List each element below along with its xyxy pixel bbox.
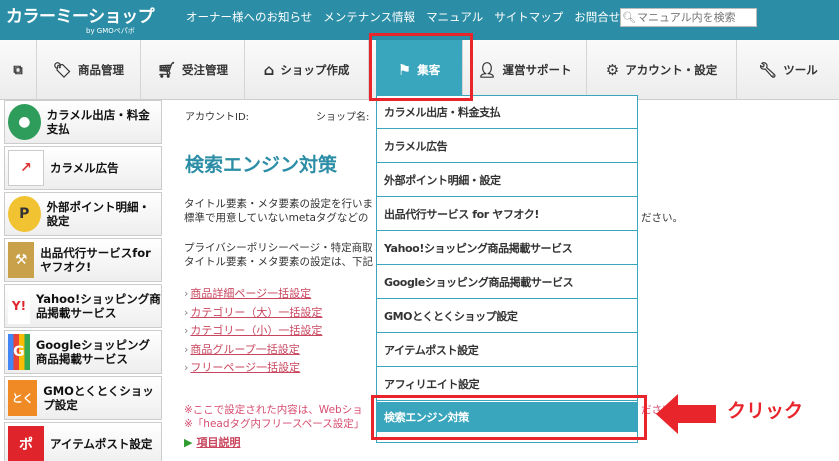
header-link-maintenance[interactable]: メンテナンス情報 [323,9,415,25]
item-explanation-label: 項目説明 [196,436,241,449]
nav-label: 商品管理 [78,63,125,77]
link-free-page[interactable]: フリーページ一括設定 [184,359,322,376]
sidebar-item-label: アイテムポスト設定 [50,437,153,451]
header-link-news[interactable]: オーナー様へのお知らせ [186,9,312,25]
external-link-icon: ⧉ [13,62,23,78]
menu-item-yahoo-shopping[interactable]: Yahoo!ショッピング商品掲載サービス [377,232,637,265]
tools-icon: 🔧︎ [758,61,778,79]
menu-item-affiliate[interactable]: アフィリエイト設定 [377,368,637,401]
bulk-setting-links: 商品詳細ページ一括設定 カテゴリー（大）一括設定 カテゴリー（小）一括設定 商品… [184,285,322,378]
sidebar-item-label: 外部ポイント明細・設定 [46,200,151,228]
sidebar-item-points[interactable]: P 外部ポイント明細・設定 [4,192,162,236]
nav-item-marketing[interactable]: ⚑ 集客 [376,40,463,100]
link-product-detail[interactable]: 商品詳細ページ一括設定 [184,285,322,302]
manual-search[interactable]: 🔍︎ [620,8,757,27]
main-nav: ⧉ 🏷︎ 商品管理 🛒︎ 受注管理 ⌂ ショップ作成 ⚑ 集客 👤︎ 運営サポート ⚙ アカ… [0,40,839,100]
nav-label: 運営サポート [502,63,572,77]
chart-icon: ↗ [8,150,44,186]
header-link-sitemap[interactable]: サイトマップ [494,9,563,25]
sidebar-item-label: Googleショッピング商品掲載サービス [35,338,151,366]
arrow-icon: ▶ [184,436,193,449]
nav-item-shop-build[interactable]: ⌂ ショップ作成 [245,40,369,100]
sidebar-item-yahoo-auction[interactable]: ⚒ 出品代行サービスfor ヤフオク! [4,238,162,282]
description-text: タイトル要素・メタ要素の設定は、下記 [184,256,373,268]
sidebar-item-caramel[interactable]: ● カラメル出店・料金支払 [4,100,162,144]
top-header: カラーミーショップ by GMOペパボ オーナー様へのお知らせ メンテナンス情報… [0,0,839,40]
yahoo-icon: Y! [8,288,30,324]
shop-name-label: ショップ名: [316,112,370,123]
header-link-contact[interactable]: お問合せ [574,9,620,25]
point-icon: P [8,196,41,232]
logo-subtitle: by GMOペパボ [86,27,135,35]
link-category-large[interactable]: カテゴリー（大）一括設定 [184,304,322,321]
sidebar-item-label: カラメル出店・料金支払 [46,108,150,136]
nav-item-support[interactable]: 👤︎ 運営サポート [463,40,587,100]
account-id-label: アカウントID: [185,112,250,123]
caramel-icon: ● [8,104,41,140]
nav-item-external[interactable]: ⧉ [0,40,37,100]
nav-label: ショップ作成 [280,63,350,77]
logo[interactable]: カラーミーショップ [6,2,155,27]
note-text: ※ここで設定された内容は、Webショ [184,404,363,416]
menu-item-itempost[interactable]: アイテムポスト設定 [377,334,637,367]
nav-label: ツール [783,63,818,77]
sidebar-item-label: カラメル広告 [50,161,119,175]
nav-item-orders[interactable]: 🛒︎ 受注管理 [141,40,245,100]
hammer-icon: ⚒ [8,242,35,278]
nav-item-tools[interactable]: 🔧︎ ツール [737,40,839,100]
item-explanation-link[interactable]: ▶ 項目説明 [184,434,240,450]
note-text: ※「headタグ内フリースペース設定」 [184,418,365,430]
sidebar-item-itempost[interactable]: ポ アイテムポスト設定 [4,422,162,461]
description-text: タイトル要素・メタ要素の設定を行いま [184,198,373,210]
nav-item-products[interactable]: 🏷︎ 商品管理 [37,40,141,100]
sidebar-item-tokutoku[interactable]: とく GMOとくとくショップ設定 [4,376,162,420]
post-icon: ポ [8,426,44,461]
user-icon: 👤︎ [477,61,497,79]
menu-item-yahoo-auction[interactable]: 出品代行サービス for ヤフオク! [377,198,637,231]
tokutoku-icon: とく [8,380,38,416]
menu-item-google-shopping[interactable]: Googleショッピング商品掲載サービス [377,266,637,299]
page-title: 検索エンジン対策 [185,154,338,176]
sidebar-item-label: GMOとくとくショップ設定 [43,384,154,412]
manual-search-input[interactable] [637,11,755,24]
description-text: プライバシーポリシーページ・特定商取 [184,242,373,254]
header-link-manual[interactable]: マニュアル [426,9,483,25]
marketing-dropdown-menu: カラメル出店・料金支払 カラメル広告 外部ポイント明細・設定 出品代行サービス … [376,95,638,443]
google-icon: G [8,334,30,370]
click-annotation-label: クリック [727,400,804,422]
description-text: 標準で用意していないmetaタグなどの [184,212,369,224]
sidebar-item-caramel-ads[interactable]: ↗ カラメル広告 [4,146,162,190]
nav-label: 受注管理 [182,63,229,77]
menu-item-caramel[interactable]: カラメル出店・料金支払 [377,96,637,129]
cart-icon: 🛒︎ [156,61,177,79]
menu-item-tokutoku[interactable]: GMOとくとくショップ設定 [377,300,637,333]
sidebar-item-label: Yahoo!ショッピング商品掲載サービス [35,292,161,320]
header-links: オーナー様へのお知らせ メンテナンス情報 マニュアル サイトマップ お問合せ [186,9,631,25]
nav-label: アカウント・設定 [625,63,718,77]
sidebar-item-label: 出品代行サービスfor ヤフオク! [40,246,151,274]
gear-icon: ⚙ [605,61,620,79]
flag-icon: ⚑ [397,61,412,79]
nav-item-account[interactable]: ⚙ アカウント・設定 [587,40,737,100]
sidebar-item-yahoo-shopping[interactable]: Y! Yahoo!ショッピング商品掲載サービス [4,284,162,328]
menu-item-seo[interactable]: 検索エンジン対策 [377,402,637,432]
link-product-group[interactable]: 商品グループ一括設定 [184,341,322,358]
click-arrow-icon [656,394,716,434]
link-category-small[interactable]: カテゴリー（小）一括設定 [184,322,322,339]
menu-item-caramel-ads[interactable]: カラメル広告 [377,130,637,163]
description-text: ださい。 [641,212,683,224]
sidebar-item-google-shopping[interactable]: G Googleショッピング商品掲載サービス [4,330,162,374]
tag-icon: 🏷︎ [52,61,73,79]
nav-label: 集客 [417,63,441,77]
home-icon: ⌂ [263,61,275,79]
menu-item-points[interactable]: 外部ポイント明細・設定 [377,164,637,197]
search-icon: 🔍︎ [622,11,636,24]
